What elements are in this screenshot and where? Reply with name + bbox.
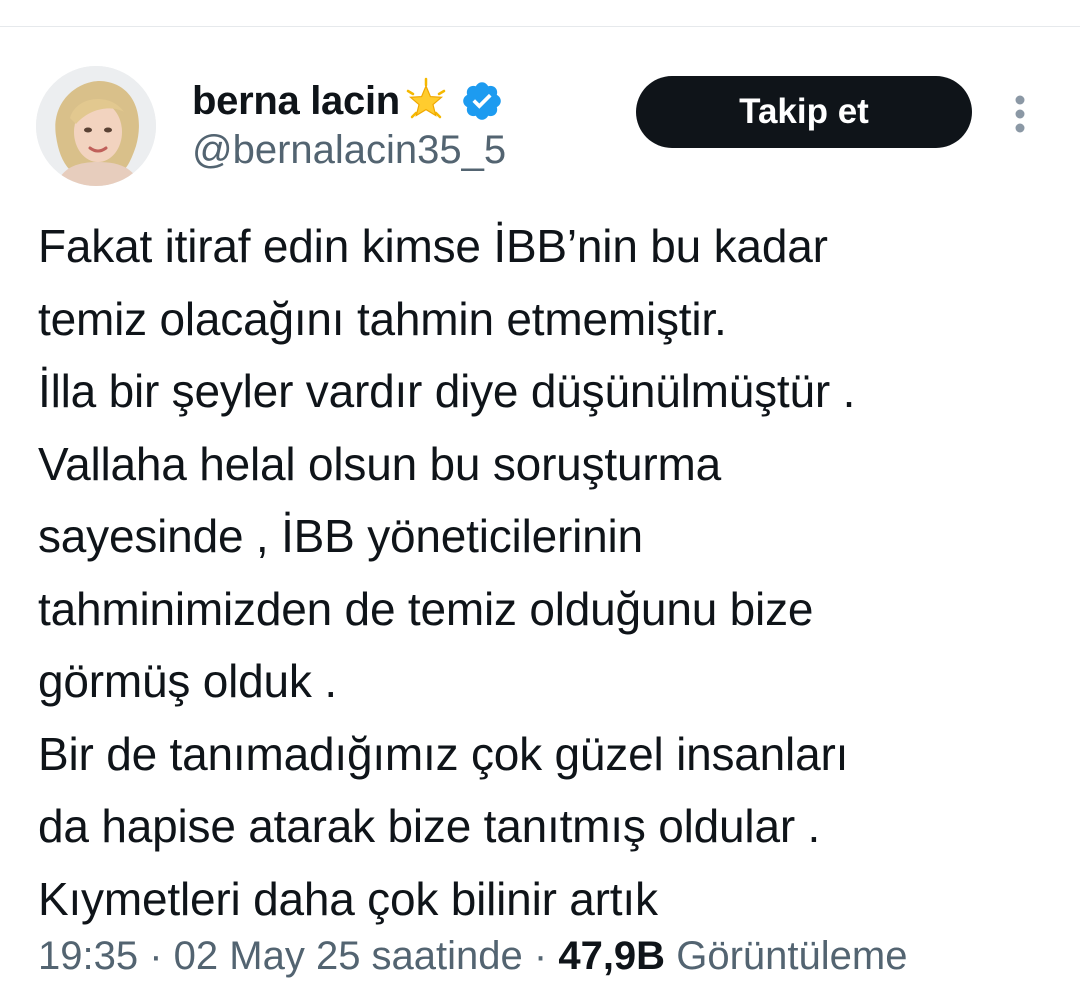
author-handle[interactable]: @bernalacin35_5 [192,128,506,173]
avatar-photo [36,66,156,186]
more-vertical-icon [1015,95,1025,133]
tweet-line: İlla bir şeyler vardır diye düşünülmüştü… [38,365,856,417]
tweet-meta: 19:35 · 02 May 25 saatinde · 47,9B Görün… [38,934,907,979]
follow-button[interactable]: Takip et [636,76,972,148]
tweet-text: Fakat itiraf edin kimse İBB’nin bu kadar… [38,210,1068,935]
tweet-line: Bir de tanımadığımız çok güzel insanları [38,727,849,780]
tweet-line: tahminimizden de temiz olduğunu bize [38,582,814,635]
tweet-date[interactable]: 02 May 25 saatinde [174,934,523,978]
views-count[interactable]: 47,9B [558,934,665,978]
avatar[interactable] [36,66,156,186]
tweet-line: Kıymetleri daha çok bilinir artık [38,872,658,925]
tweet-line: Vallaha helal olsun bu soruşturma [38,437,721,490]
top-divider [0,26,1080,27]
tweet-line: da hapise atarak bize tanıtmış oldular . [38,800,821,852]
tweet-line: sayesinde , İBB yöneticilerinin [38,510,643,562]
tweet-line: Fakat itiraf edin kimse İBB’nin bu kadar [38,220,828,272]
author-display-name[interactable]: berna lacin [192,79,400,124]
glowing-star-icon [402,77,450,125]
views-label[interactable]: Görüntüleme [676,934,907,978]
meta-separator: · [522,934,559,978]
meta-separator: · [138,934,174,978]
tweet-line: temiz olacağını tahmin etmemiştir. [38,292,727,345]
tweet-line: görmüş olduk . [38,655,337,707]
author-name-row[interactable]: berna lacin [192,76,504,126]
tweet-time[interactable]: 19:35 [38,934,138,978]
verified-badge-icon[interactable] [460,79,504,123]
more-options-button[interactable] [1000,86,1040,142]
